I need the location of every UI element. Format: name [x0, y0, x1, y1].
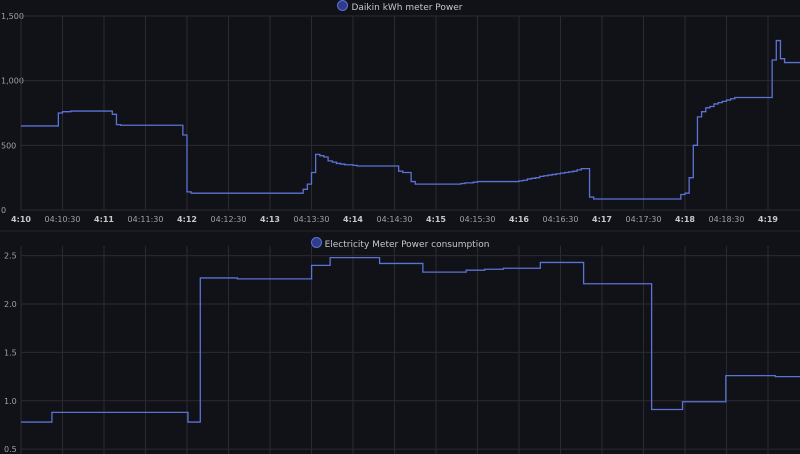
y-tick-label: 2.5	[4, 252, 17, 261]
y-tick-label: 1.5	[4, 348, 17, 357]
series-line	[21, 256, 800, 423]
series-line	[21, 39, 800, 200]
daikin-power-chart[interactable]: 0 500 1,000 1,500 4:10 04:10:30 4:11 04:11:30 4:…	[0, 0, 800, 230]
x-tick-label: 04:17:30	[626, 215, 662, 224]
y-tick-label: 1.0	[4, 397, 17, 406]
x-tick-label: 4:15	[426, 215, 446, 224]
y-tick-label: 500	[1, 141, 16, 150]
x-tick-label: 04:15:30	[460, 215, 496, 224]
x-tick-label: 04:12:30	[211, 215, 247, 224]
x-tick-label: 4:19	[758, 215, 778, 224]
x-tick-label: 04:16:30	[543, 215, 579, 224]
x-tick-label: 04:13:30	[294, 215, 330, 224]
x-tick-label: 04:10:30	[45, 215, 81, 224]
x-tick-label: 04:18:30	[709, 215, 745, 224]
daikin-power-panel: Daikin kWh meter Power 0 500 1,000 1,500 4:1…	[0, 0, 800, 230]
x-tick-label: 04:11:30	[128, 215, 164, 224]
x-tick-label: 4:16	[509, 215, 529, 224]
x-tick-label: 4:17	[592, 215, 612, 224]
x-tick-label: 4:18	[675, 215, 695, 224]
y-tick-label: 1,000	[1, 77, 24, 86]
electricity-meter-chart[interactable]: 0.5 1.0 1.5 2.0 2.5	[0, 232, 800, 454]
y-tick-label: 1,500	[1, 12, 24, 21]
y-tick-label: 2.0	[4, 300, 17, 309]
x-tick-label: 04:14:30	[377, 215, 413, 224]
x-tick-label: 4:10	[11, 215, 31, 224]
x-tick-label: 4:11	[94, 215, 114, 224]
y-tick-label: 0	[1, 206, 6, 215]
x-tick-label: 4:14	[343, 215, 363, 224]
electricity-meter-panel: Electricity Meter Power consumption 0.5 1…	[0, 232, 800, 454]
x-tick-label: 4:13	[260, 215, 280, 224]
y-tick-label: 0.5	[4, 445, 17, 454]
x-tick-label: 4:12	[177, 215, 197, 224]
